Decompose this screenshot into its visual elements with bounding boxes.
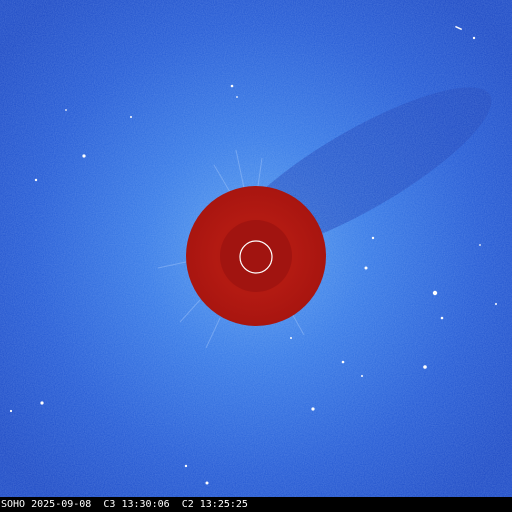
star — [236, 96, 238, 98]
star — [65, 109, 67, 111]
c3-label: C3 — [103, 499, 116, 510]
star — [341, 360, 345, 364]
star — [472, 36, 476, 40]
star — [364, 266, 368, 270]
star — [361, 375, 363, 377]
star — [205, 481, 209, 485]
star — [423, 365, 427, 369]
star — [495, 303, 497, 305]
coronagraph-image — [0, 0, 512, 512]
star — [290, 337, 292, 339]
star — [82, 154, 86, 158]
date-label: 2025-09-08 — [31, 499, 92, 510]
star — [34, 178, 38, 182]
inner-occulter — [220, 220, 292, 292]
star — [40, 401, 44, 405]
star — [479, 244, 481, 246]
star — [311, 407, 315, 411]
c3-time: 13:30:06 — [121, 499, 170, 510]
star — [371, 236, 375, 240]
c2-time: 13:25:25 — [199, 499, 248, 510]
observatory-label: SOHO — [1, 499, 26, 510]
c2-label: C2 — [181, 499, 194, 510]
star — [432, 290, 438, 296]
star — [9, 409, 13, 413]
star — [440, 316, 444, 320]
star — [184, 464, 188, 468]
star — [130, 116, 132, 118]
caption-bar: SOHO 2025-09-08 C3 13:30:06 C2 13:25:25 — [0, 497, 512, 512]
star — [230, 84, 234, 88]
